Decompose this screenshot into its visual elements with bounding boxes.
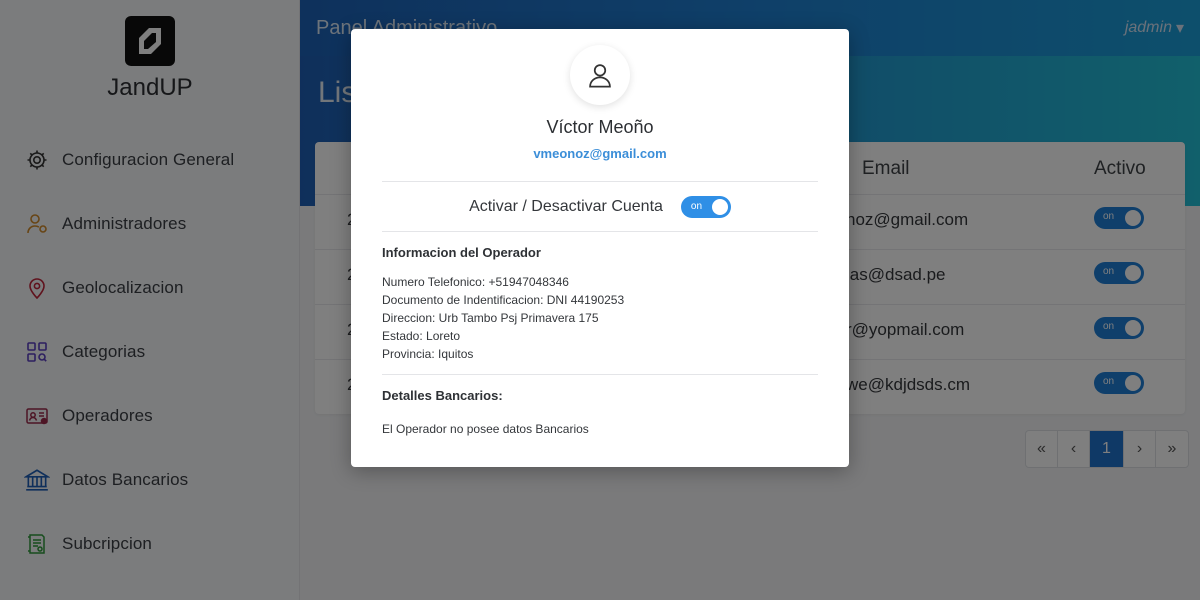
modal-divider — [382, 231, 818, 232]
bank-details-text: El Operador no posee datos Bancarios — [382, 422, 589, 436]
info-province: Provincia: Iquitos — [382, 347, 474, 361]
modal-divider — [382, 181, 818, 182]
account-toggle-label: Activar / Desactivar Cuenta — [469, 198, 663, 215]
avatar — [570, 45, 630, 105]
toggle-knob — [711, 199, 728, 215]
user-icon — [589, 64, 611, 88]
account-active-toggle[interactable]: on — [680, 196, 731, 218]
info-document: Documento de Indentificacion: DNI 441902… — [382, 293, 625, 307]
operator-name: Víctor Meoño — [546, 117, 654, 137]
info-phone: Numero Telefonico: +51947048346 — [382, 275, 569, 289]
operator-email[interactable]: vmeonoz@gmail.com — [351, 146, 849, 161]
operator-info: Numero Telefonico: +51947048346 Document… — [382, 273, 624, 363]
account-toggle-row: Activar / Desactivar Cuenta on — [351, 195, 849, 219]
operator-info-title: Informacion del Operador — [382, 245, 541, 260]
info-address: Direccion: Urb Tambo Psj Primavera 175 — [382, 311, 599, 325]
toggle-state-label: on — [690, 201, 703, 212]
bank-details-title: Detalles Bancarios: — [382, 388, 503, 403]
operator-detail-modal: Víctor Meoño vmeonoz@gmail.com Activar /… — [351, 29, 849, 467]
modal-divider — [382, 374, 818, 375]
info-state: Estado: Loreto — [382, 329, 461, 343]
